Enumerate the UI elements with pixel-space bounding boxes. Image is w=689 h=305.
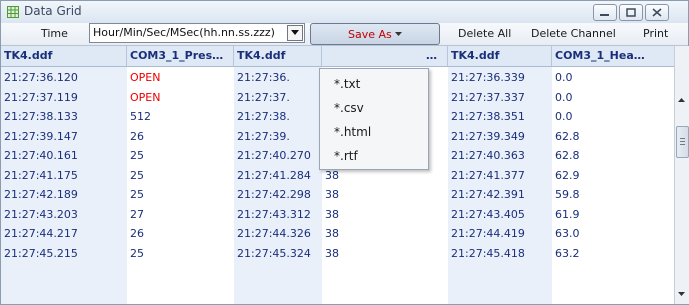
menu-item-csv[interactable]: *.csv xyxy=(334,101,364,115)
column-header[interactable]: … xyxy=(322,46,448,67)
table-cell[interactable]: 21:27:38.133 xyxy=(4,110,78,123)
window-title: Data Grid xyxy=(24,4,82,18)
table-cell[interactable]: 21:27:39. xyxy=(237,130,290,143)
table-cell[interactable]: 21:27:44.326 xyxy=(237,227,311,240)
table-cell[interactable]: 21:27:40.363 xyxy=(451,149,525,162)
table-cell[interactable]: 38 xyxy=(325,169,339,182)
grid-app-icon xyxy=(7,6,19,18)
table-cell[interactable]: 21:27:40.270 xyxy=(237,149,311,162)
table-cell[interactable]: 21:27:38.351 xyxy=(451,110,525,123)
grid-column-pressure: OPEN OPEN 512 26 25 25 25 27 26 25 xyxy=(127,67,234,304)
delete-all-button[interactable]: Delete All xyxy=(458,27,511,40)
print-button[interactable]: Print xyxy=(643,27,668,40)
table-cell[interactable]: 25 xyxy=(130,149,144,162)
menu-item-rtf[interactable]: *.rtf xyxy=(334,149,358,163)
table-cell[interactable]: 63.0 xyxy=(555,227,580,240)
table-cell[interactable]: 25 xyxy=(130,169,144,182)
table-cell[interactable]: OPEN xyxy=(130,71,160,84)
table-cell[interactable]: 21:27:43.203 xyxy=(4,208,78,221)
grid-column-timestamp: 21:27:36.120 21:27:37.119 21:27:38.133 21:2… xyxy=(1,67,127,304)
save-as-label: Save As xyxy=(348,28,392,41)
time-format-dropdown-button[interactable] xyxy=(287,25,303,41)
table-cell[interactable]: 21:27:43.312 xyxy=(237,208,311,221)
minimize-button[interactable] xyxy=(593,4,617,21)
table-cell[interactable]: 21:27:45.215 xyxy=(4,247,78,260)
table-cell[interactable]: 61.9 xyxy=(555,208,580,221)
scroll-up-arrow-icon[interactable] xyxy=(678,98,685,102)
table-cell[interactable]: 38 xyxy=(325,188,339,201)
time-format-value: Hour/Min/Sec/MSec(hh.nn.ss.zzz) xyxy=(93,26,275,39)
table-cell[interactable]: 21:27:40.161 xyxy=(4,149,78,162)
table-cell[interactable]: 38 xyxy=(325,208,339,221)
table-cell[interactable]: 21:27:43.405 xyxy=(451,208,525,221)
grid-column-timestamp: 21:27:36. 21:27:37. 21:27:38. 21:27:39. 21:2… xyxy=(234,67,322,304)
table-cell[interactable]: 25 xyxy=(130,188,144,201)
table-cell[interactable]: 21:27:42.391 xyxy=(451,188,525,201)
table-cell[interactable]: 38 xyxy=(325,247,339,260)
menu-item-html[interactable]: *.html xyxy=(334,125,371,139)
table-cell[interactable]: 21:27:36.339 xyxy=(451,71,525,84)
table-cell[interactable]: 21:27:42.189 xyxy=(4,188,78,201)
column-header[interactable]: TK4.ddf xyxy=(1,46,127,67)
table-cell[interactable]: 21:27:38. xyxy=(237,110,290,123)
table-cell[interactable]: 0.0 xyxy=(555,91,573,104)
table-cell[interactable]: 21:27:39.147 xyxy=(4,130,78,143)
table-cell[interactable]: 21:27:44.419 xyxy=(451,227,525,240)
delete-channel-button[interactable]: Delete Channel xyxy=(531,27,616,40)
close-button[interactable] xyxy=(645,4,669,21)
toolbar: Time Hour/Min/Sec/MSec(hh.nn.ss.zzz) Sav… xyxy=(1,23,688,46)
grid-column-heat: 0.0 0.0 0.0 62.8 62.8 62.9 59.8 61.9 63.0 63.2 xyxy=(552,67,674,304)
save-as-menu: *.txt *.csv *.html *.rtf xyxy=(319,68,429,170)
table-cell[interactable]: 21:27:37.337 xyxy=(451,91,525,104)
table-cell[interactable]: 26 xyxy=(130,227,144,240)
table-cell[interactable]: OPEN xyxy=(130,91,160,104)
table-cell[interactable]: 62.8 xyxy=(555,130,580,143)
scroll-down-arrow-icon[interactable] xyxy=(678,292,685,296)
table-cell[interactable]: 63.2 xyxy=(555,247,580,260)
table-cell[interactable]: 62.9 xyxy=(555,169,580,182)
save-as-button[interactable]: Save As xyxy=(310,23,440,45)
close-icon xyxy=(652,8,662,17)
table-cell[interactable]: 512 xyxy=(130,110,151,123)
grid-column-timestamp: 21:27:36.339 21:27:37.337 21:27:38.351 21:2… xyxy=(448,67,552,304)
table-cell[interactable]: 21:27:45.418 xyxy=(451,247,525,260)
column-header[interactable]: TK4.ddf xyxy=(448,46,552,67)
time-label: Time xyxy=(41,27,68,40)
chevron-down-icon xyxy=(395,32,402,36)
table-cell[interactable]: 0.0 xyxy=(555,110,573,123)
menu-item-txt[interactable]: *.txt xyxy=(334,77,360,91)
table-cell[interactable]: 21:27:44.217 xyxy=(4,227,78,240)
table-cell[interactable]: 59.8 xyxy=(555,188,580,201)
column-header[interactable]: TK4.ddf xyxy=(234,46,322,67)
table-cell[interactable]: 21:27:45.324 xyxy=(237,247,311,260)
data-grid-window: Data Grid Time Hour/Min/Sec/MSec(hh.nn.s… xyxy=(0,0,689,305)
table-cell[interactable]: 27 xyxy=(130,208,144,221)
title-bar[interactable]: Data Grid xyxy=(1,1,688,23)
table-cell[interactable]: 25 xyxy=(130,247,144,260)
table-cell[interactable]: 21:27:41.284 xyxy=(237,169,311,182)
table-cell[interactable]: 21:27:41.377 xyxy=(451,169,525,182)
table-cell[interactable]: 21:27:39.349 xyxy=(451,130,525,143)
table-cell[interactable]: 62.8 xyxy=(555,149,580,162)
table-cell[interactable]: 21:27:42.298 xyxy=(237,188,311,201)
table-cell[interactable]: 21:27:36.120 xyxy=(4,71,78,84)
table-cell[interactable]: 21:27:41.175 xyxy=(4,169,78,182)
minimize-icon xyxy=(600,14,609,16)
column-header[interactable]: COM3_1_Hea… xyxy=(552,46,674,67)
table-cell[interactable]: 21:27:37.119 xyxy=(4,91,78,104)
table-cell[interactable]: 26 xyxy=(130,130,144,143)
table-cell[interactable]: 21:27:37. xyxy=(237,91,290,104)
maximize-icon xyxy=(626,8,636,17)
maximize-button[interactable] xyxy=(619,4,643,21)
column-header[interactable]: COM3_1_Pres… xyxy=(127,46,234,67)
time-format-select[interactable]: Hour/Min/Sec/MSec(hh.nn.ss.zzz) xyxy=(89,23,305,43)
table-cell[interactable]: 38 xyxy=(325,227,339,240)
scrollbar-thumb[interactable] xyxy=(676,126,689,158)
table-cell[interactable]: 21:27:36. xyxy=(237,71,290,84)
vertical-scrollbar[interactable] xyxy=(674,46,689,304)
chevron-down-icon xyxy=(291,30,299,35)
table-cell[interactable]: 0.0 xyxy=(555,71,573,84)
